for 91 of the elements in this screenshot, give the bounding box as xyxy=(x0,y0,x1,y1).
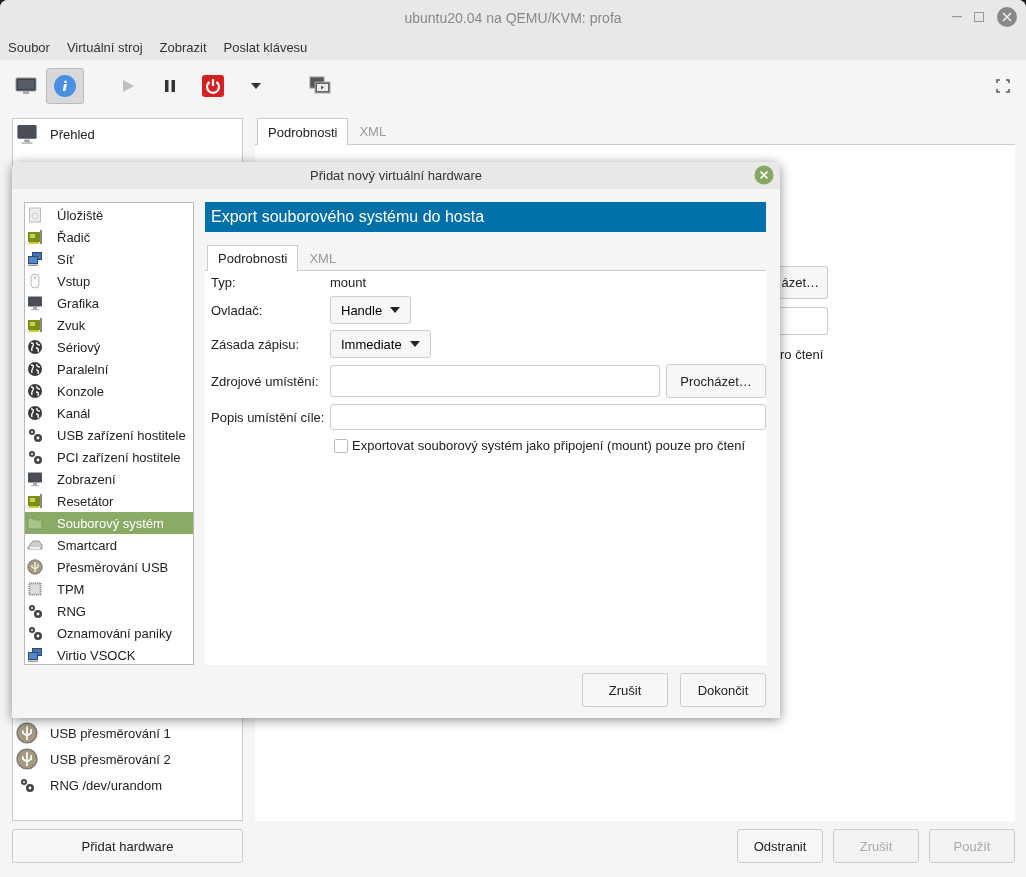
close-icon[interactable] xyxy=(754,165,774,185)
action-button[interactable]: Odstranit xyxy=(737,829,823,863)
device-type-item[interactable]: Síť xyxy=(25,248,193,270)
maximize-icon[interactable] xyxy=(974,12,984,22)
gears-icon xyxy=(27,625,43,641)
hardware-item[interactable]: USB přesměrování 2 xyxy=(50,751,171,767)
menu-item[interactable]: Poslat klávesu xyxy=(223,40,308,55)
device-type-item[interactable]: Virtio VSOCK xyxy=(25,644,193,666)
power-icon xyxy=(201,74,225,98)
info-icon xyxy=(53,74,77,98)
menu-item[interactable]: Soubor xyxy=(8,40,50,55)
field-label: Zásada zápisu: xyxy=(211,336,301,352)
input-field[interactable] xyxy=(780,307,828,335)
device-type-item[interactable]: Kanál xyxy=(25,402,193,424)
globe-icon xyxy=(27,361,43,377)
device-type-item[interactable]: PCI zařízení hostitele xyxy=(25,446,193,468)
caret-icon xyxy=(390,307,401,313)
circuit-board-icon xyxy=(27,493,43,509)
checkbox[interactable] xyxy=(334,438,348,453)
device-type-item[interactable]: Úložiště xyxy=(25,204,193,226)
pause-icon xyxy=(163,79,177,93)
hardware-item[interactable]: RNG /dev/urandom xyxy=(50,777,162,793)
device-type-item[interactable]: Konzole xyxy=(25,380,193,402)
computers-icon xyxy=(27,251,43,267)
usb-icon xyxy=(16,748,38,770)
screens-icon xyxy=(309,76,331,96)
policy-dropdown[interactable]: Immediate xyxy=(330,330,431,358)
device-type-item[interactable]: Smartcard xyxy=(25,534,193,556)
globe-icon xyxy=(27,405,43,421)
driver-dropdown[interactable]: Handle xyxy=(330,296,412,324)
minimize-icon[interactable] xyxy=(952,16,962,18)
fullscreen-icon[interactable] xyxy=(996,79,1010,93)
tab[interactable]: Podrobnosti xyxy=(207,245,299,271)
device-type-item[interactable]: Resetátor xyxy=(25,490,193,512)
device-type-item[interactable]: RNG xyxy=(25,600,193,622)
page-header: Export souborového systému do hosta xyxy=(205,202,766,232)
device-type-item[interactable]: Paralelní xyxy=(25,358,193,380)
field-label: Popis umístění cíle: xyxy=(211,409,326,425)
field-value: mount xyxy=(330,275,368,290)
device-type-item[interactable]: Sériový xyxy=(25,336,193,358)
card-reader-icon xyxy=(27,537,43,553)
hardware-item[interactable]: Přehled xyxy=(50,126,95,142)
usb-icon xyxy=(16,722,38,744)
dialog-button[interactable]: Dokončit xyxy=(680,673,766,707)
window-title: ubuntu20.04 na QEMU/KVM: profa xyxy=(404,9,622,26)
menu-item[interactable]: Virtuální stroj xyxy=(66,40,143,55)
monitor-icon xyxy=(27,295,43,311)
circuit-board-icon xyxy=(27,317,43,333)
field-label: Typ: xyxy=(211,275,237,290)
device-type-item[interactable]: Grafika xyxy=(25,292,193,314)
browse-button[interactable]: Procházet… xyxy=(666,364,766,398)
gears-icon xyxy=(27,427,43,443)
caret-icon xyxy=(250,82,262,90)
dialog-button[interactable]: Zrušit xyxy=(582,673,668,707)
chip-icon xyxy=(27,581,43,597)
device-type-item[interactable]: Přesměrování USB xyxy=(25,556,193,578)
gears-icon xyxy=(19,777,35,793)
input-field[interactable] xyxy=(330,404,766,430)
device-type-item[interactable]: TPM xyxy=(25,578,193,600)
menu-item[interactable]: Zobrazit xyxy=(159,40,207,55)
hardware-item[interactable]: USB přesměrování 1 xyxy=(50,725,171,741)
device-type-item[interactable]: Oznamování paniky xyxy=(25,622,193,644)
monitor-icon xyxy=(27,471,43,487)
device-type-item[interactable]: Vstup xyxy=(25,270,193,292)
field-label: Zdrojové umístění: xyxy=(211,373,320,389)
device-type-item[interactable]: Zvuk xyxy=(25,314,193,336)
device-type-item[interactable]: Zobrazení xyxy=(25,468,193,490)
computers-icon xyxy=(27,647,43,663)
caret-icon xyxy=(409,341,420,347)
circuit-board-icon xyxy=(27,229,43,245)
device-type-item[interactable]: USB zařízení hostitele xyxy=(25,424,193,446)
tab[interactable]: Podrobnosti xyxy=(257,118,349,145)
gears-icon xyxy=(27,449,43,465)
usb-icon xyxy=(27,559,43,575)
gears-icon xyxy=(27,603,43,619)
device-type-item[interactable]: Řadič xyxy=(25,226,193,248)
close-icon[interactable] xyxy=(996,6,1018,28)
field-label: Ovladač: xyxy=(211,302,264,318)
globe-icon xyxy=(27,339,43,355)
monitor-icon xyxy=(15,77,37,95)
browse-button[interactable]: ázet… xyxy=(780,266,828,299)
add-hardware-button[interactable]: Přidat hardware xyxy=(12,829,243,863)
play-icon xyxy=(121,79,135,93)
folder-icon xyxy=(27,515,43,531)
monitor-icon xyxy=(16,123,38,145)
checkbox-label: Exportovat souborový systém jako připojení (mount) pouze pro čtení xyxy=(352,438,746,453)
mouse-icon xyxy=(27,273,43,289)
dialog-title: Přidat nový virtuální hardware xyxy=(310,168,482,183)
globe-icon xyxy=(27,383,43,399)
input-field[interactable] xyxy=(330,365,660,397)
checkbox-label: ro čtení xyxy=(780,347,824,362)
